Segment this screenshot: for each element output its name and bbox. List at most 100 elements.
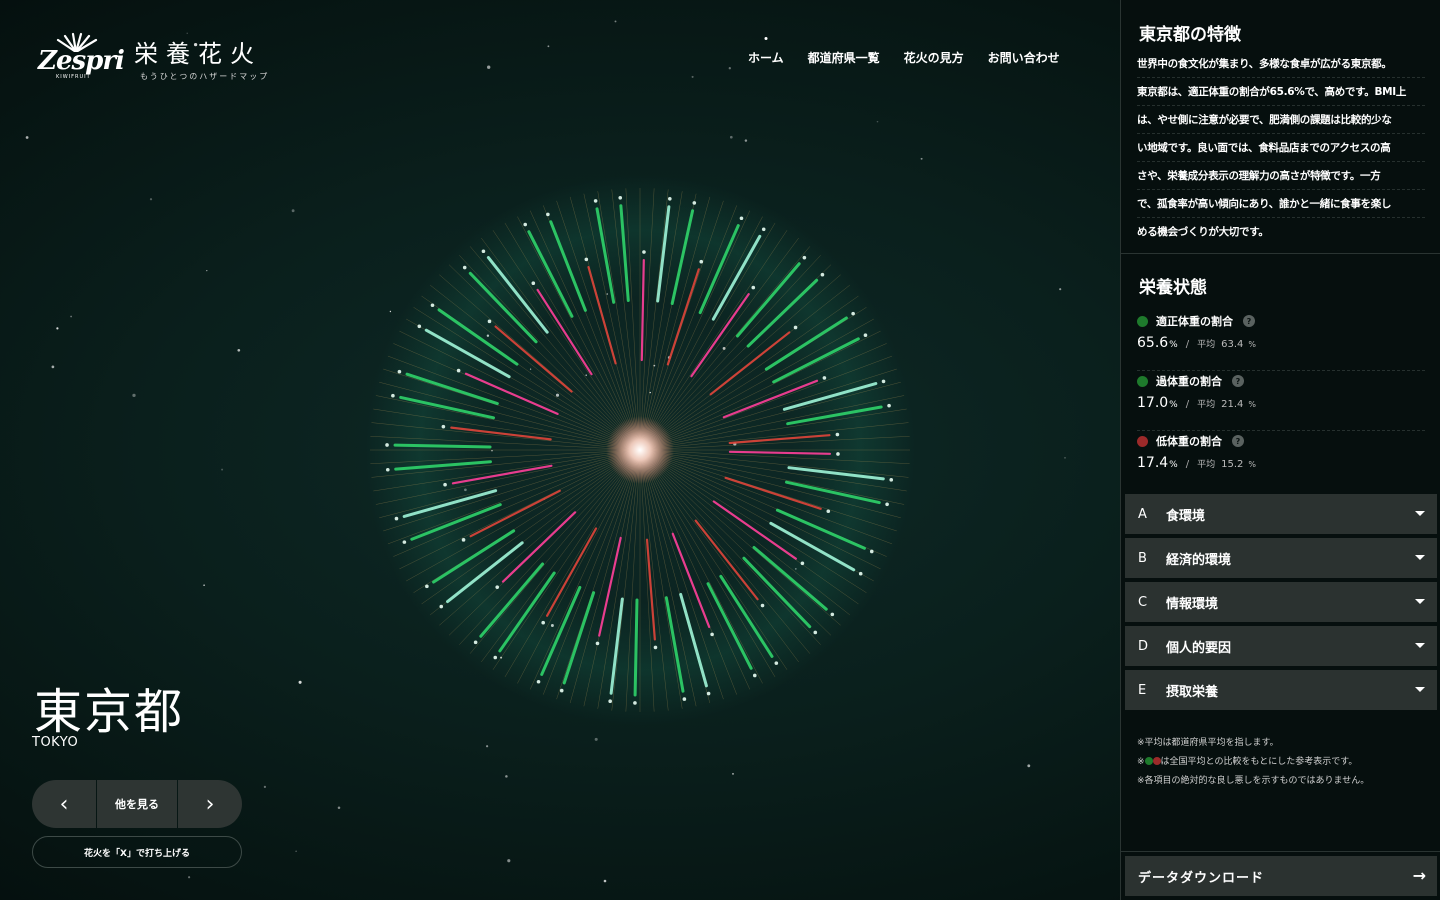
- burst-spark: [618, 195, 623, 200]
- metric-label-row: 過体重の割合 ?: [1137, 373, 1244, 389]
- nav-prefecture-list[interactable]: 都道府県一覧: [808, 49, 880, 66]
- burst-spark: [793, 325, 798, 330]
- metric-underweight: 低体重の割合 ? 17.4 % / 平均 15.2 %: [1137, 433, 1425, 491]
- burst-spark: [425, 584, 429, 589]
- star: [594, 737, 598, 741]
- site-title[interactable]: 栄養花火 もうひとつのハザードマップ: [134, 34, 269, 82]
- status-dot-bad: [1152, 757, 1161, 765]
- burst-spark: [493, 655, 498, 660]
- caret-down-icon: [1415, 511, 1425, 516]
- prev-prefecture-button[interactable]: ‹: [32, 780, 96, 828]
- star: [291, 209, 295, 213]
- zespri-logo[interactable]: Zespri KIWIFRUIT: [38, 32, 125, 80]
- section-information-environment[interactable]: C 情報環境: [1125, 582, 1437, 622]
- section-personal-factors[interactable]: D 個人的要因: [1125, 626, 1437, 666]
- logo-subtext: KIWIFRUIT: [56, 74, 91, 80]
- burst-spark: [706, 691, 711, 696]
- star: [1027, 764, 1031, 768]
- burst-spark: [417, 324, 422, 329]
- prefecture-name: 東京都: [34, 684, 185, 740]
- burst-spark: [439, 604, 444, 609]
- average-value: 63.4: [1221, 339, 1244, 350]
- panel-divider: [1121, 851, 1440, 852]
- metric-unit: %: [1169, 460, 1178, 470]
- average-label: 平均: [1197, 460, 1216, 470]
- star: [507, 859, 511, 863]
- burst-spark: [881, 379, 886, 384]
- metric-label: 低体重の割合: [1156, 435, 1222, 448]
- burst-spark: [541, 620, 545, 625]
- average-unit: %: [1248, 340, 1256, 349]
- nav-contact[interactable]: お問い合わせ: [988, 49, 1060, 66]
- star: [132, 393, 136, 398]
- burst-spark: [858, 571, 863, 576]
- burst-spark: [826, 509, 831, 514]
- star: [56, 327, 59, 330]
- burst-core: [606, 416, 674, 484]
- chevron-right-icon: ›: [205, 791, 215, 817]
- see-others-button[interactable]: 他を見る: [97, 780, 177, 828]
- section-economic-environment[interactable]: B 経済的環境: [1125, 538, 1437, 578]
- star: [614, 20, 617, 23]
- status-dot-good: [1144, 757, 1153, 765]
- star: [487, 65, 491, 69]
- status-dot-good: [1137, 375, 1148, 387]
- launch-on-x-button[interactable]: 花火を「X」で打ち上げる: [32, 836, 242, 868]
- separator: /: [1185, 339, 1190, 350]
- section-food-environment[interactable]: A 食環境: [1125, 494, 1437, 534]
- section-nutrient-intake[interactable]: E 摂取栄養: [1125, 670, 1437, 710]
- separator: /: [1185, 399, 1190, 410]
- nutrition-title: 栄養状態: [1139, 278, 1207, 298]
- section-label: 情報環境: [1166, 596, 1219, 612]
- data-download-button[interactable]: データダウンロード →: [1125, 856, 1437, 896]
- burst-spark: [761, 227, 766, 232]
- nav-how-to-view[interactable]: 花火の見方: [904, 49, 964, 66]
- burst-spark: [402, 540, 407, 544]
- panel-divider: [1121, 253, 1440, 254]
- chevron-left-icon: ‹: [59, 791, 69, 817]
- metric-unit: %: [1169, 340, 1178, 350]
- nav-home[interactable]: ホーム: [748, 49, 784, 66]
- help-icon[interactable]: ?: [1232, 375, 1244, 387]
- metric-label: 適正体重の割合: [1156, 315, 1233, 328]
- star: [1064, 457, 1066, 459]
- burst-spark: [536, 679, 541, 684]
- burst-spark: [531, 281, 536, 286]
- star: [728, 67, 731, 70]
- burst-spark: [481, 249, 486, 254]
- help-icon[interactable]: ?: [1232, 435, 1244, 447]
- burst-spark: [546, 212, 550, 217]
- metric-value-row: 17.4 % / 平均 15.2 %: [1137, 455, 1256, 471]
- star: [486, 745, 489, 748]
- average-label: 平均: [1197, 340, 1216, 350]
- star: [70, 315, 72, 318]
- prefecture-name-en: TOKYO: [32, 735, 79, 750]
- section-label: 摂取栄養: [1166, 684, 1219, 700]
- burst-spark: [523, 222, 528, 227]
- help-icon[interactable]: ?: [1243, 315, 1255, 327]
- burst-streak: [633, 598, 639, 697]
- burst-spark: [802, 255, 807, 260]
- burst-spark: [633, 701, 637, 705]
- burst-spark: [559, 688, 564, 693]
- firework-stage: [0, 0, 1120, 900]
- burst-spark: [739, 216, 744, 221]
- metric-value-row: 17.0 % / 平均 21.4 %: [1137, 395, 1256, 411]
- section-key: E: [1138, 682, 1147, 698]
- burst-spark: [822, 376, 827, 380]
- section-key: A: [1138, 506, 1147, 522]
- download-label: データダウンロード: [1138, 870, 1265, 886]
- burst-spark: [760, 603, 765, 608]
- star: [295, 850, 297, 852]
- caret-down-icon: [1415, 643, 1425, 648]
- metric-value-row: 65.6 % / 平均 63.4 %: [1137, 335, 1256, 351]
- star: [237, 348, 241, 352]
- section-label: 個人的要因: [1166, 640, 1232, 656]
- burst-spark: [682, 697, 687, 701]
- metric-normal-weight: 適正体重の割合 ? 65.6 % / 平均 63.4 %: [1137, 313, 1425, 371]
- note-text: は全国平均との比較をもとにした参考表示です。: [1160, 757, 1358, 767]
- site-subtitle: もうひとつのハザードマップ: [140, 72, 270, 81]
- next-prefecture-button[interactable]: ›: [178, 780, 242, 828]
- metric-label-row: 低体重の割合 ?: [1137, 433, 1244, 449]
- burst-spark: [461, 538, 466, 542]
